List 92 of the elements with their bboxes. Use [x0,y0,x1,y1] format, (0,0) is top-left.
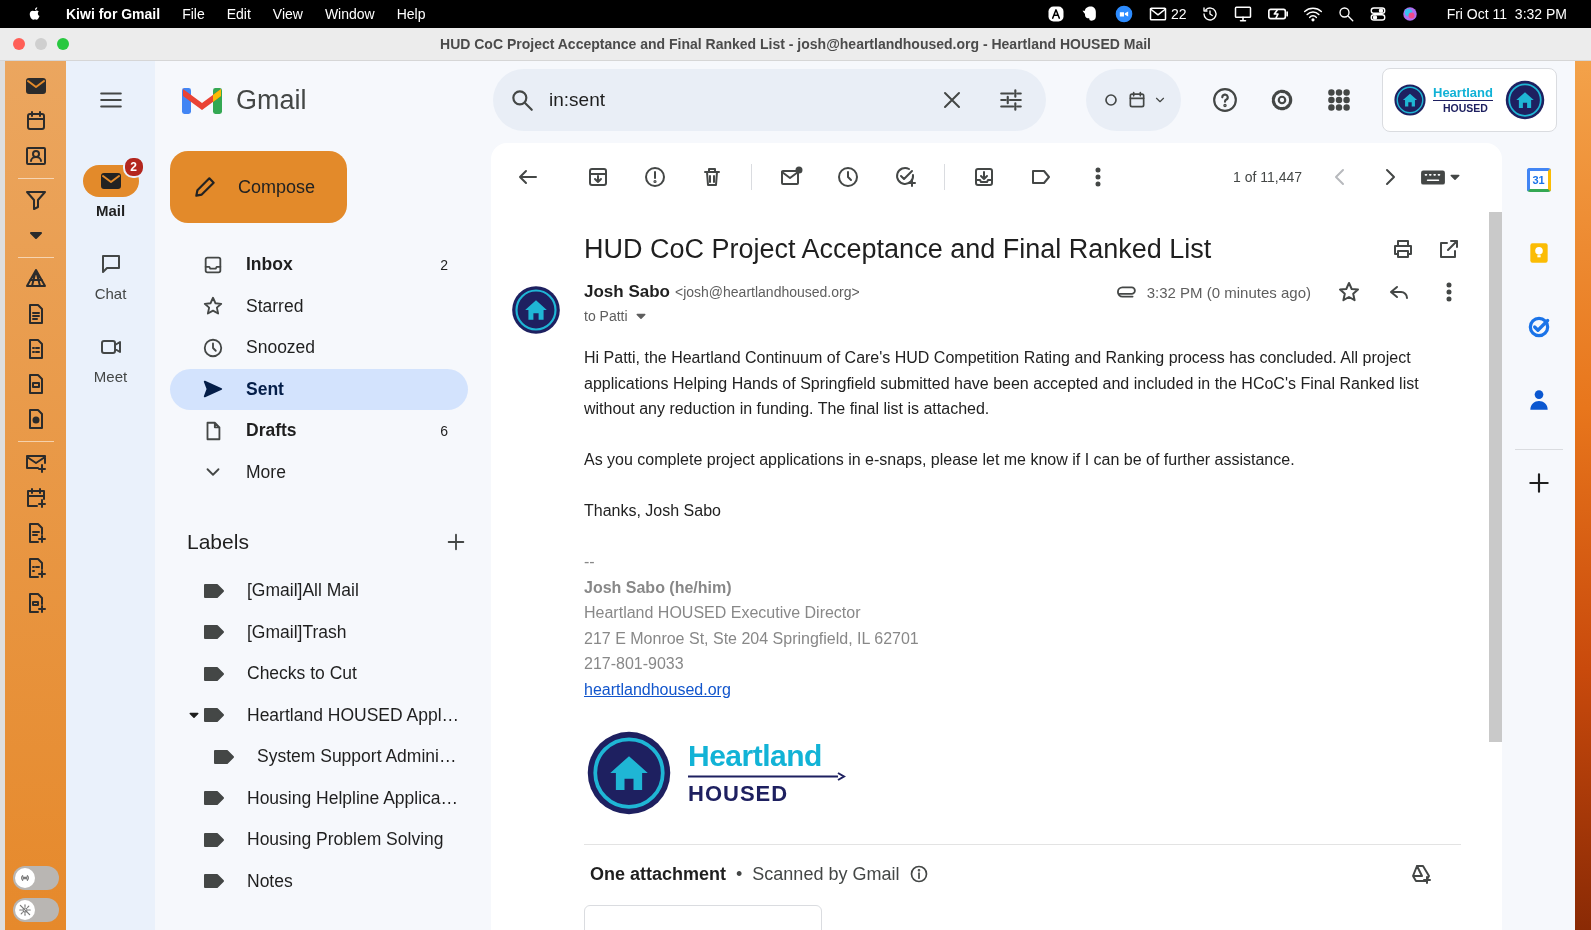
section-heading: Labels [187,530,249,554]
pager-text: 1 of 11,447 [1232,169,1302,185]
apps-grid-icon[interactable] [1326,87,1352,113]
monitor-icon[interactable] [1232,4,1253,24]
menu-item[interactable]: Window [324,6,375,22]
star-icon[interactable] [1337,280,1361,304]
open-new-window-icon[interactable] [1437,237,1461,261]
label-item[interactable]: Housing Helpline Applica… [170,777,468,819]
folder-item[interactable]: Starred [170,285,468,327]
menu-item[interactable]: Edit [226,6,251,22]
menu-item[interactable]: Help [396,6,426,22]
folder-item[interactable]: Sent [170,368,468,410]
compose-button[interactable]: Compose [170,151,347,223]
report-icon[interactable] [643,165,667,189]
clock-icon[interactable] [836,165,860,189]
help-icon[interactable] [1212,87,1238,113]
search-icon [509,87,535,113]
signature-line: Heartland HOUSED Executive Director [584,603,862,623]
archive-icon[interactable] [586,165,610,189]
email-time: 3:32 PM (0 minutes ago) [1146,283,1311,301]
label-item[interactable]: System Support Admini… [170,736,468,778]
signature-line: 217-801-9033 [584,654,685,674]
signature-separator: -- [584,552,596,572]
logo-subtitle: HOUSED [688,783,790,805]
filter-icon[interactable] [23,188,48,212]
recipient-text: to Patti [584,308,628,324]
envelope-logo-icon [182,85,222,115]
search-icon[interactable] [1336,5,1355,23]
letter-a-icon[interactable] [1046,4,1067,24]
calendar-app-button[interactable]: 31 [1526,167,1551,192]
scroll-thumb[interactable] [1489,212,1502,742]
app-name: Kiwi for Gmail [66,6,161,22]
history-icon[interactable] [1200,5,1219,23]
account-button[interactable]: Heartland HOUSED [1382,68,1557,132]
house-avatar-icon [1504,79,1546,121]
video-badge-icon[interactable] [1114,4,1135,24]
attachment-heading: One attachment [590,863,727,885]
print-icon[interactable] [1391,237,1415,261]
label-item[interactable]: Heartland HOUSED Appl… [170,694,468,736]
brand-name: Gmail [236,84,307,116]
website-link[interactable]: heartlandhoused.org [584,680,731,698]
scan-note: Scanned by Gmail [752,863,900,885]
sender-email: <josh@heartlandhoused.org> [674,284,860,300]
add-task-icon[interactable] [893,165,917,189]
contact-card-icon[interactable] [23,144,48,168]
window-title: HUD CoC Project Acceptance and Final Ranked List - josh@heartlandhoused.org - Heartland HOUSED Mail [439,36,1152,52]
menu-item[interactable]: View [272,6,303,22]
separator-dot: • [736,863,743,885]
menu-clock: Fri Oct 11 3:32 PM [1446,6,1567,22]
toggle-switch[interactable] [12,866,59,890]
rail-tab[interactable]: Chat [73,238,148,319]
control-center-icon[interactable] [1368,5,1387,23]
label-item[interactable]: [Gmail]Trash [170,611,468,653]
email-paragraph: As you complete project applications in e-snaps, please let me know if I can be of further assistance. [584,450,1296,470]
info-icon[interactable] [909,864,930,884]
toggle-switch[interactable] [12,898,59,922]
logo-wordmark: Heartland [688,741,823,771]
email-paragraph: Hi Patti, the Heartland Continuum of Care's HUD Competition Rating and Ranking process has concluded. All project applications Helping Hands of Springfield submitted have been accepted and included in the HCoC's Final Ranked list without any reduction in funding. The final list is attached. [584,348,1420,419]
add-icon[interactable] [445,531,467,553]
signature-line: 217 E Monroe St, Ste 204 Springfield, IL 62701 [584,628,920,649]
rail-tab[interactable]: 2 Mail [73,155,148,236]
unread-badge: 2 [122,156,145,178]
signature-name: Josh Sabo (he/him) [584,577,733,598]
clock-icon [202,336,224,359]
mail-icon[interactable] [1148,4,1169,24]
house-avatar-icon [510,284,562,336]
add-to-drive-icon[interactable] [1409,862,1433,886]
label-item[interactable]: Housing Problem Solving [170,819,468,861]
arrow-line-icon [688,772,846,781]
sun-icon [17,902,32,917]
folder-item[interactable]: Drafts 6 [170,410,468,452]
search-field[interactable]: in:sent [547,88,928,112]
orb-icon[interactable] [1400,5,1419,23]
folder-item[interactable]: Snoozed [170,327,468,369]
folder-item[interactable]: Inbox 2 [170,244,468,286]
email-subject: HUD CoC Project Acceptance and Final Ranked List [584,233,1213,265]
move-to-icon[interactable] [972,165,996,189]
email-paragraph: Thanks, Josh Sabo [584,501,722,521]
close-window-icon[interactable] [13,38,25,50]
house-logo-icon [1393,83,1427,117]
sender-name: Josh Sabo [584,282,670,302]
search-options-icon[interactable] [998,87,1024,113]
pencil-icon [192,174,218,200]
rail-tab[interactable]: Meet [73,321,148,402]
label-item[interactable]: Notes [170,860,468,902]
search-bar[interactable]: in:sent [493,69,1046,131]
menu-item[interactable]: File [182,6,205,22]
settings-icon[interactable] [1269,87,1295,113]
label-item[interactable]: [Gmail]All Mail [170,570,468,612]
mail-count: 22 [1171,6,1187,22]
label-item[interactable]: Checks to Cut [170,653,468,695]
folder-item[interactable]: More [170,451,468,493]
